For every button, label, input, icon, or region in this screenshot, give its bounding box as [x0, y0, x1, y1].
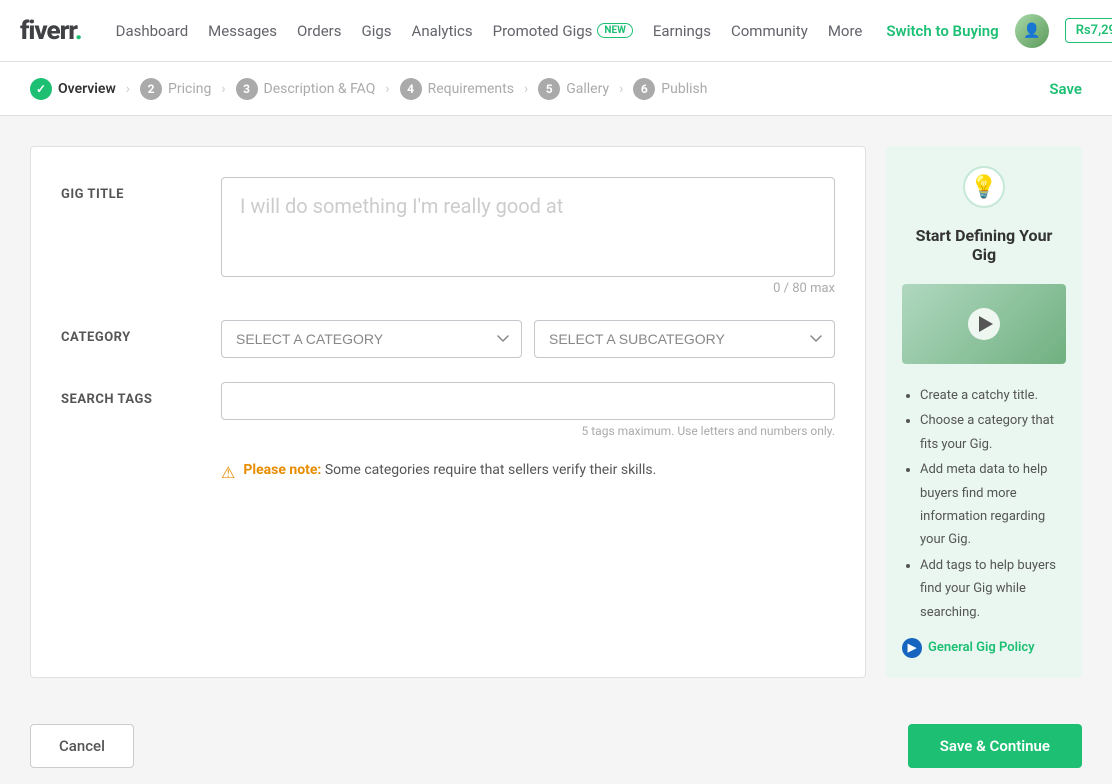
breadcrumb-num-1: ✓ — [30, 78, 52, 100]
general-gig-policy-link[interactable]: ▶ General Gig Policy — [902, 638, 1066, 658]
navbar-right: Switch to Buying 👤 Rs7,293.32 — [886, 14, 1112, 48]
play-icon — [979, 316, 993, 332]
navbar-item-orders[interactable]: Orders — [297, 22, 342, 40]
category-field: SELECT A CATEGORY SELECT A SUBCATEGORY — [221, 320, 835, 358]
char-count: 0 / 80 max — [221, 281, 835, 296]
subcategory-dropdown[interactable]: SELECT A SUBCATEGORY — [534, 320, 835, 358]
form-card: GIG TITLE 0 / 80 max CATEGORY SELECT A C… — [30, 146, 866, 678]
breadcrumb-label-4: Requirements — [428, 81, 514, 97]
save-continue-button[interactable]: Save & Continue — [908, 724, 1082, 768]
new-badge: NEW — [597, 23, 632, 38]
gig-title-input[interactable] — [221, 177, 835, 277]
search-tags-row: SEARCH TAGS 5 tags maximum. Use letters … — [61, 382, 835, 438]
navbar-item-gigs[interactable]: Gigs — [362, 22, 392, 40]
lightbulb-icon: 💡 — [963, 166, 1005, 208]
category-row: CATEGORY SELECT A CATEGORY SELECT A SUBC… — [61, 320, 835, 358]
breadcrumb-label-6: Publish — [661, 81, 707, 97]
breadcrumb-num-5: 5 — [538, 78, 560, 100]
breadcrumb-description-faq[interactable]: 3 Description & FAQ — [236, 78, 376, 100]
notice-label: Please note: — [243, 462, 321, 478]
cancel-button[interactable]: Cancel — [30, 724, 134, 768]
breadcrumb-arrow-4: › — [524, 81, 528, 97]
breadcrumb-publish[interactable]: 6 Publish — [633, 78, 707, 100]
breadcrumb-requirements[interactable]: 4 Requirements — [400, 78, 514, 100]
breadcrumb-arrow-5: › — [619, 81, 623, 97]
navbar-item-promoted-gigs[interactable]: Promoted Gigs NEW — [493, 22, 633, 40]
navbar-item-analytics[interactable]: Analytics — [412, 22, 473, 40]
switch-buying-button[interactable]: Switch to Buying — [886, 22, 998, 40]
breadcrumb-label-3: Description & FAQ — [264, 81, 376, 97]
tip-3: Add meta data to help buyers find more i… — [920, 458, 1066, 552]
breadcrumb-gallery[interactable]: 5 Gallery — [538, 78, 609, 100]
logo-text: fiverr — [20, 16, 75, 46]
breadcrumb-arrow-2: › — [221, 81, 225, 97]
save-link[interactable]: Save — [1049, 80, 1082, 98]
category-dropdown[interactable]: SELECT A CATEGORY — [221, 320, 522, 358]
play-button[interactable] — [968, 308, 1000, 340]
breadcrumb-overview[interactable]: ✓ Overview — [30, 78, 116, 100]
notice-icon: ⚠ — [221, 463, 235, 482]
breadcrumb-label-5: Gallery — [566, 81, 609, 97]
video-thumb-bg — [902, 284, 1066, 364]
breadcrumb-arrow-1: › — [126, 81, 130, 97]
breadcrumb-num-6: 6 — [633, 78, 655, 100]
gig-title-row: GIG TITLE 0 / 80 max — [61, 177, 835, 296]
video-thumbnail[interactable] — [902, 284, 1066, 364]
notice-body: Some categories require that sellers ver… — [325, 462, 656, 478]
avatar[interactable]: 👤 — [1015, 14, 1049, 48]
tips-list: Create a catchy title. Choose a category… — [902, 384, 1066, 626]
navbar-item-community[interactable]: Community — [731, 22, 808, 40]
notice-text: Please note: Some categories require tha… — [243, 462, 656, 478]
balance-badge: Rs7,293.32 — [1065, 18, 1112, 43]
policy-icon: ▶ — [902, 638, 922, 658]
breadcrumb-num-2: 2 — [140, 78, 162, 100]
search-tags-label: SEARCH TAGS — [61, 382, 201, 438]
side-panel-title: Start Defining Your Gig — [902, 226, 1066, 264]
breadcrumb-bar: ✓ Overview › 2 Pricing › 3 Description &… — [0, 62, 1112, 116]
logo[interactable]: fiverr. — [20, 16, 82, 46]
search-tags-input[interactable] — [221, 382, 835, 420]
navbar-links: Dashboard Messages Orders Gigs Analytics… — [116, 22, 863, 40]
search-tags-field: 5 tags maximum. Use letters and numbers … — [221, 382, 835, 438]
policy-label: General Gig Policy — [928, 640, 1035, 655]
breadcrumb-pricing[interactable]: 2 Pricing — [140, 78, 211, 100]
gig-title-label: GIG TITLE — [61, 177, 201, 296]
navbar-item-messages[interactable]: Messages — [208, 22, 277, 40]
footer-buttons: Cancel Save & Continue — [0, 708, 1112, 784]
breadcrumb-label-2: Pricing — [168, 81, 211, 97]
notice-row: ⚠ Please note: Some categories require t… — [61, 462, 835, 482]
navbar-item-more[interactable]: More — [828, 22, 863, 40]
category-label: CATEGORY — [61, 320, 201, 358]
tip-1: Create a catchy title. — [920, 384, 1066, 407]
search-tags-hint: 5 tags maximum. Use letters and numbers … — [221, 424, 835, 438]
tip-4: Add tags to help buyers find your Gig wh… — [920, 554, 1066, 624]
breadcrumb-arrow-3: › — [385, 81, 389, 97]
breadcrumb-num-3: 3 — [236, 78, 258, 100]
navbar-item-dashboard[interactable]: Dashboard — [116, 22, 189, 40]
breadcrumb-label-1: Overview — [58, 81, 116, 97]
navbar: fiverr. Dashboard Messages Orders Gigs A… — [0, 0, 1112, 62]
side-panel: 💡 Start Defining Your Gig Create a catch… — [886, 146, 1082, 678]
main-content: GIG TITLE 0 / 80 max CATEGORY SELECT A C… — [0, 116, 1112, 708]
navbar-item-earnings[interactable]: Earnings — [653, 22, 711, 40]
tip-2: Choose a category that fits your Gig. — [920, 409, 1066, 456]
category-selects: SELECT A CATEGORY SELECT A SUBCATEGORY — [221, 320, 835, 358]
breadcrumb-num-4: 4 — [400, 78, 422, 100]
gig-title-field: 0 / 80 max — [221, 177, 835, 296]
